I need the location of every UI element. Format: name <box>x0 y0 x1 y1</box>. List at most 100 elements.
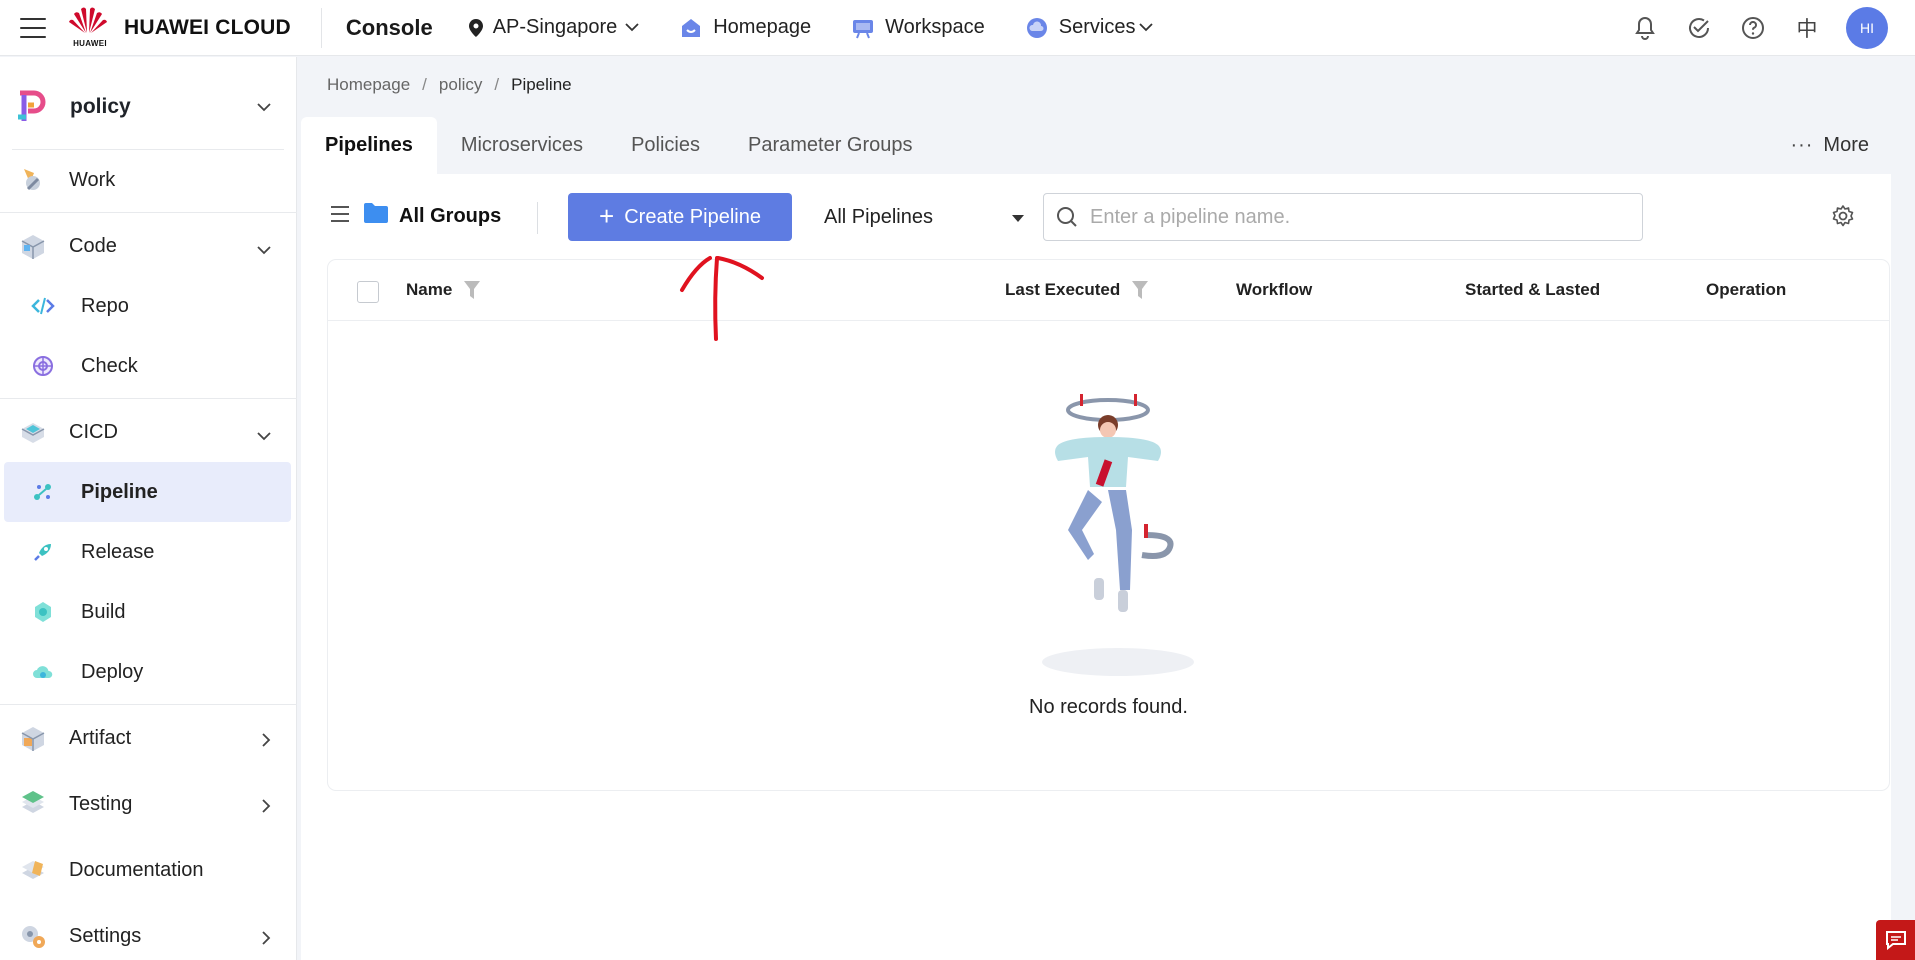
sidebar-item-testing[interactable]: Testing <box>0 774 297 834</box>
artifact-icon <box>16 721 50 755</box>
sidebar: policy Work Code Repo Check CICD Pipelin… <box>0 57 297 960</box>
region-selector[interactable]: AP-Singapore <box>468 16 640 39</box>
pipeline-table: Name Last Executed Workflow Started & La… <box>328 260 1889 790</box>
sidebar-item-pipeline[interactable]: Pipeline <box>4 462 291 522</box>
pipeline-filter-value: All Pipelines <box>824 205 933 228</box>
workspace-link[interactable]: Workspace <box>851 16 985 40</box>
sidebar-item-build[interactable]: Build <box>0 582 297 642</box>
breadcrumb-separator: / <box>494 75 500 94</box>
divider <box>0 704 297 705</box>
more-menu[interactable]: ··· More <box>1790 117 1869 174</box>
more-dots-icon: ··· <box>1790 134 1814 156</box>
sidebar-item-work[interactable]: Work <box>0 150 297 210</box>
settings-gear-icon <box>16 919 50 953</box>
empty-state-illustration <box>1042 394 1194 676</box>
top-bar: HUAWEI HUAWEI CLOUD Console AP-Singapore… <box>0 0 1915 56</box>
tab-parameter-groups[interactable]: Parameter Groups <box>724 117 937 174</box>
breadcrumb-homepage[interactable]: Homepage <box>327 75 410 95</box>
search-input[interactable] <box>1090 205 1630 229</box>
location-pin-icon <box>468 18 483 37</box>
divider <box>0 398 297 399</box>
check-target-icon <box>30 353 56 379</box>
chevron-down-icon <box>257 424 271 447</box>
breadcrumb: Homepage / policy / Pipeline <box>327 75 572 95</box>
task-check-icon[interactable] <box>1686 15 1712 41</box>
chevron-down-icon <box>625 23 639 32</box>
divider <box>0 212 297 213</box>
feedback-chat-button[interactable] <box>1876 920 1915 960</box>
documentation-icon <box>16 853 50 887</box>
home-icon <box>679 16 703 40</box>
filter-icon[interactable] <box>464 281 481 299</box>
tab-microservices[interactable]: Microservices <box>437 117 607 174</box>
chat-icon <box>1885 931 1906 950</box>
plus-icon: + <box>599 200 615 231</box>
release-rocket-icon <box>30 539 56 565</box>
select-all-checkbox[interactable] <box>357 281 379 303</box>
sidebar-item-check[interactable]: Check <box>0 336 297 396</box>
homepage-label: Homepage <box>713 16 812 38</box>
column-header-operation: Operation <box>1706 280 1787 299</box>
sidebar-item-deploy[interactable]: Deploy <box>0 642 297 702</box>
testing-icon <box>16 787 50 821</box>
project-logo-icon <box>18 90 46 121</box>
brand-name: HUAWEI CLOUD <box>124 15 291 39</box>
services-cloud-icon <box>1025 16 1049 40</box>
workspace-label: Workspace <box>885 16 985 38</box>
menu-icon[interactable] <box>20 17 46 38</box>
services-label: Services <box>1058 16 1136 38</box>
services-menu[interactable]: Services <box>1025 16 1154 40</box>
huawei-cloud-logo[interactable]: HUAWEI HUAWEI CLOUD <box>68 4 291 52</box>
sidebar-item-settings[interactable]: Settings <box>0 906 297 960</box>
create-pipeline-button[interactable]: + Create Pipeline <box>568 193 792 241</box>
deploy-cloud-icon <box>30 659 56 685</box>
repo-icon <box>30 293 56 319</box>
sidebar-item-release[interactable]: Release <box>0 522 297 582</box>
search-icon <box>1057 207 1077 227</box>
breadcrumb-policy[interactable]: policy <box>439 75 482 95</box>
sidebar-item-artifact[interactable]: Artifact <box>0 708 297 768</box>
breadcrumb-separator: / <box>422 75 427 94</box>
cicd-icon <box>16 415 50 449</box>
project-selector[interactable]: policy <box>0 77 297 137</box>
breadcrumb-current: Pipeline <box>511 75 572 94</box>
help-icon[interactable] <box>1740 15 1766 41</box>
column-header-started-lasted: Started & Lasted <box>1465 280 1601 299</box>
column-header-last-executed: Last Executed <box>1005 280 1149 300</box>
divider <box>320 7 322 48</box>
caret-down-icon <box>1012 215 1024 222</box>
console-link[interactable]: Console <box>346 15 433 41</box>
sidebar-item-repo[interactable]: Repo <box>0 276 297 336</box>
region-label: AP-Singapore <box>492 16 618 38</box>
chevron-right-icon <box>262 928 271 951</box>
pipeline-filter-select[interactable]: All Pipelines <box>824 193 1024 241</box>
avatar[interactable]: HI <box>1846 7 1888 49</box>
language-switch[interactable]: 中 <box>1794 15 1820 41</box>
sidebar-item-cicd[interactable]: CICD <box>0 402 297 462</box>
project-name: policy <box>70 95 131 118</box>
huawei-logo-mark: HUAWEI <box>68 4 112 52</box>
annotation-arrow <box>680 256 764 341</box>
chevron-down-icon <box>1139 23 1154 32</box>
search-box <box>1043 193 1643 241</box>
bell-icon[interactable] <box>1632 15 1658 41</box>
settings-gear-icon[interactable] <box>1831 204 1855 228</box>
column-header-name: Name <box>406 280 481 300</box>
work-icon <box>16 163 50 197</box>
folder-icon <box>364 203 388 223</box>
sidebar-item-documentation[interactable]: Documentation <box>0 840 297 900</box>
homepage-link[interactable]: Homepage <box>679 16 811 40</box>
tab-bar: Pipelines Microservices Policies Paramet… <box>301 117 1891 174</box>
toolbar: All Groups + Create Pipeline All Pipelin… <box>301 174 1891 260</box>
code-icon <box>16 229 50 263</box>
all-groups-selector[interactable]: All Groups <box>399 205 501 228</box>
pipeline-icon <box>30 479 56 505</box>
sidebar-item-code[interactable]: Code <box>0 216 297 276</box>
filter-icon[interactable] <box>1132 281 1149 299</box>
top-right-actions: 中 HI <box>1632 0 1915 56</box>
tab-pipelines[interactable]: Pipelines <box>301 117 437 174</box>
group-list-toggle-icon[interactable] <box>331 206 349 222</box>
tab-policies[interactable]: Policies <box>607 117 724 174</box>
chevron-down-icon <box>257 238 271 261</box>
empty-state-message: No records found. <box>1029 696 1188 718</box>
